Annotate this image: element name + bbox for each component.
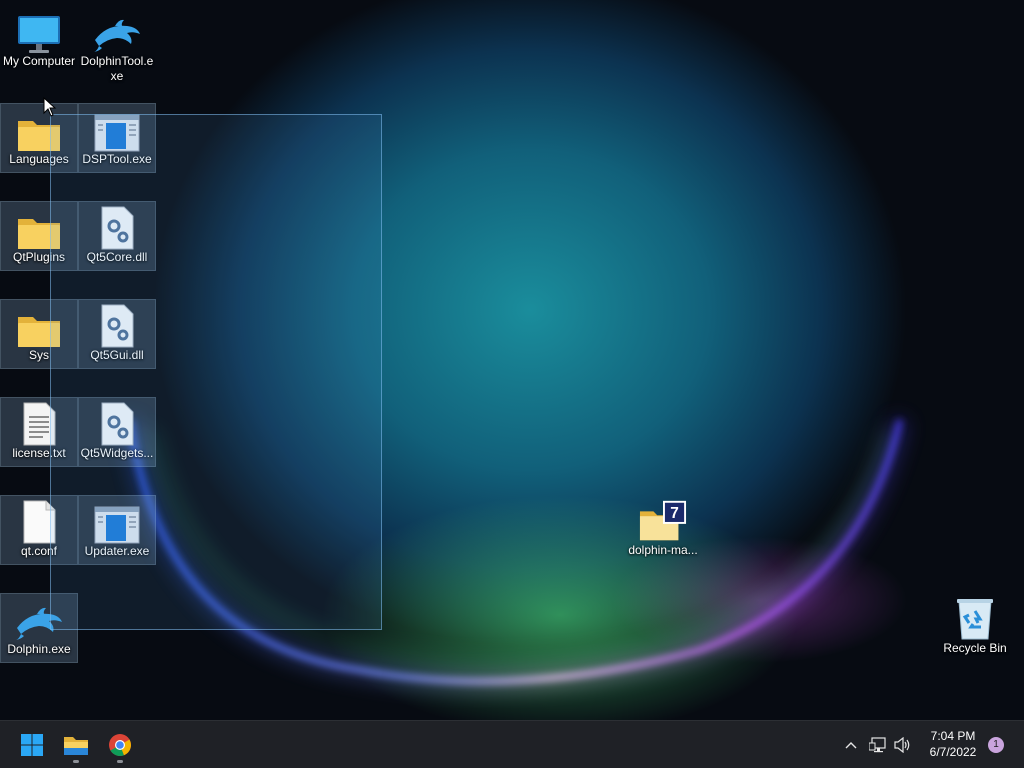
running-indicator	[73, 760, 79, 763]
clock-date: 6/7/2022	[929, 745, 977, 759]
text-file-icon	[15, 402, 63, 446]
desktop-icon-dsptool[interactable]: DSPTool.exe	[78, 103, 156, 173]
folder-icon	[15, 304, 63, 348]
desktop-icon-sys[interactable]: Sys	[0, 299, 78, 369]
folder-icon	[15, 206, 63, 250]
desktop-icon-dolphin[interactable]: Dolphin.exe	[0, 593, 78, 663]
desktop-icon-qt5widgets[interactable]: Qt5Widgets...	[78, 397, 156, 467]
desktop-icon-label: license.txt	[12, 446, 66, 460]
desktop-icon-qt5gui[interactable]: Qt5Gui.dll	[78, 299, 156, 369]
chevron-up-icon	[845, 742, 857, 749]
file-explorer-icon	[64, 737, 88, 755]
blank-file-icon	[15, 500, 63, 544]
dll-gear-icon	[93, 206, 141, 250]
svg-text:7: 7	[670, 505, 679, 522]
notification-badge[interactable]: 1	[988, 737, 1004, 753]
desktop-icon-my-computer[interactable]: My Computer	[0, 6, 78, 76]
desktop-icon-label: DolphinTool.exe	[80, 54, 154, 83]
volume-button[interactable]	[892, 733, 914, 757]
desktop-icon-qtplugins[interactable]: QtPlugins	[0, 201, 78, 271]
running-indicator	[117, 760, 123, 763]
desktop-icon-qt5core[interactable]: Qt5Core.dll	[78, 201, 156, 271]
taskbar: 7:04 PM 6/7/2022 1	[0, 720, 1024, 768]
7z-archive-icon: 7	[639, 499, 687, 543]
mouse-pointer-icon	[43, 97, 57, 117]
windows-start-icon	[21, 734, 43, 756]
dll-gear-icon	[93, 304, 141, 348]
dolphin-icon	[93, 10, 141, 54]
desktop-icon-label: Languages	[9, 152, 69, 166]
desktop-icon-label: Sys	[28, 348, 49, 362]
desktop-icon-label: Recycle Bin	[943, 641, 1007, 655]
recycle-bin-icon	[951, 597, 999, 641]
chrome-icon	[109, 734, 131, 756]
show-hidden-icons-button[interactable]	[842, 733, 860, 757]
network-button[interactable]	[868, 733, 888, 757]
clock-time: 7:04 PM	[930, 729, 976, 743]
desktop-icon-qtconf[interactable]: qt.conf	[0, 495, 78, 565]
app-window-icon	[93, 108, 141, 152]
desktop-icon-label: dolphin-ma...	[628, 543, 698, 557]
desktop-icon-dolphin-archive[interactable]: 7 dolphin-ma...	[624, 495, 702, 565]
taskbar-clock[interactable]: 7:04 PM 6/7/2022	[918, 728, 988, 760]
taskbar-file-explorer[interactable]	[56, 725, 96, 765]
desktop-icon-label: DSPTool.exe	[82, 152, 152, 166]
dolphin-icon	[15, 598, 63, 642]
desktop-icon-label: Dolphin.exe	[7, 642, 71, 656]
desktop-icon-label: qt.conf	[20, 544, 58, 558]
taskbar-chrome[interactable]	[100, 725, 140, 765]
start-button[interactable]	[12, 725, 52, 765]
desktop-icon-recycle-bin[interactable]: Recycle Bin	[936, 593, 1014, 663]
desktop-icon-languages[interactable]: Languages	[0, 103, 78, 173]
desktop-icon-label: Qt5Gui.dll	[90, 348, 144, 362]
desktop-icon-label: Qt5Core.dll	[86, 250, 148, 264]
monitor-icon	[15, 10, 63, 54]
desktop-icon-label: My Computer	[2, 54, 76, 68]
speaker-icon	[894, 737, 910, 753]
dll-gear-icon	[93, 402, 141, 446]
desktop-icon-updater[interactable]: Updater.exe	[78, 495, 156, 565]
desktop-icon-label: QtPlugins	[12, 250, 66, 264]
desktop-icon-label: Qt5Widgets...	[80, 446, 154, 460]
network-icon	[869, 737, 886, 753]
app-window-icon	[93, 500, 141, 544]
desktop-icon-label: Updater.exe	[84, 544, 150, 558]
desktop-icon-dolphintool[interactable]: DolphinTool.exe	[78, 6, 156, 90]
desktop-icon-license[interactable]: license.txt	[0, 397, 78, 467]
